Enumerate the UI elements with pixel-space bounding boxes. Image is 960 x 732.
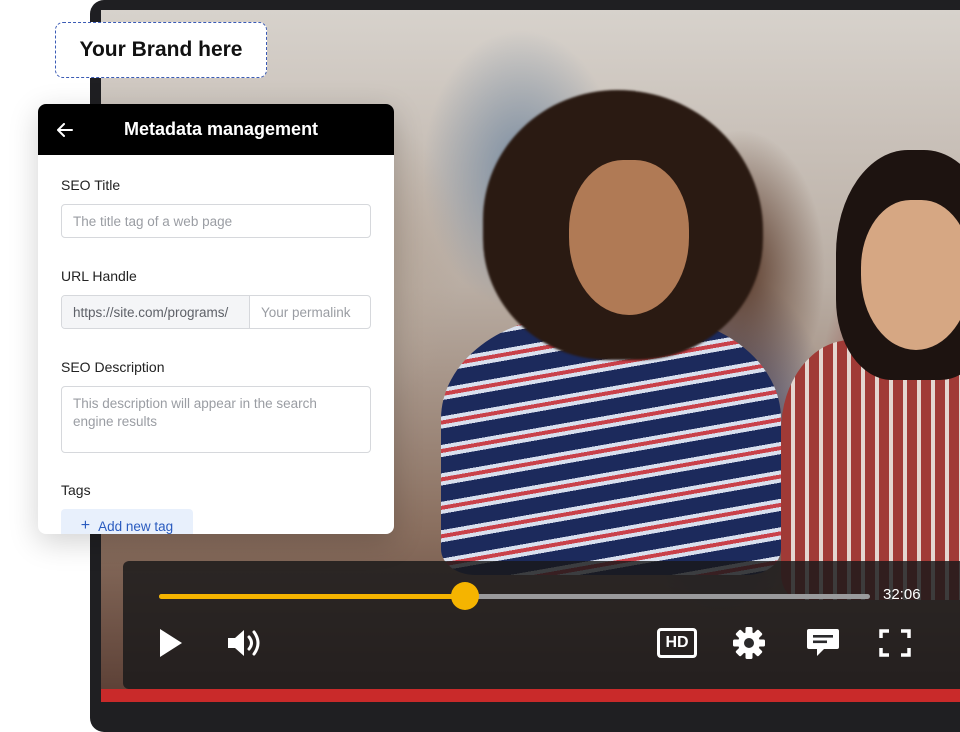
progress-track[interactable] — [159, 582, 870, 610]
panel-title: Metadata management — [124, 119, 319, 139]
captions-icon — [807, 629, 839, 656]
seo-title-label: SEO Title — [61, 177, 121, 193]
fullscreen-icon — [879, 629, 911, 657]
panel-body: SEO Title The title tag of a web page UR… — [38, 155, 394, 534]
metadata-panel: Metadata management SEO Title The title … — [38, 104, 394, 534]
play-icon — [160, 629, 182, 657]
add-tag-label: Add new tag — [98, 518, 174, 534]
volume-button[interactable] — [223, 625, 267, 661]
brand-label-text: Your Brand here — [79, 38, 243, 61]
seo-description-label: SEO Description — [61, 359, 165, 375]
back-arrow-icon — [57, 122, 73, 137]
duration-label: 32:06 — [883, 586, 921, 603]
video-controls: 32:06 HD — [123, 561, 960, 689]
volume-icon — [228, 630, 260, 656]
seo-title-placeholder: The title tag of a web page — [73, 213, 233, 229]
url-prefix: https://site.com/programs/ — [62, 296, 250, 328]
captions-button[interactable] — [803, 625, 843, 661]
hd-label: HD — [665, 634, 689, 651]
progress-thumb[interactable] — [450, 582, 479, 610]
seo-description-textarea[interactable]: This description will appear in the sear… — [61, 386, 371, 453]
progress-fill — [159, 594, 465, 599]
fullscreen-button[interactable] — [875, 625, 915, 661]
hd-icon: HD — [657, 628, 697, 658]
play-button[interactable] — [153, 625, 189, 661]
seo-title-input[interactable]: The title tag of a web page — [61, 204, 371, 238]
settings-gear-icon — [733, 627, 765, 659]
video-scene-shape — [861, 200, 960, 350]
panel-header: Metadata management — [38, 104, 394, 155]
tags-label: Tags — [61, 482, 91, 498]
url-handle-field: https://site.com/programs/ Your permalin… — [61, 295, 371, 329]
hd-button[interactable]: HD — [653, 625, 701, 661]
url-handle-label: URL Handle — [61, 268, 137, 284]
video-scene-shape — [569, 160, 689, 315]
seo-description-placeholder: This description will appear in the sear… — [73, 396, 317, 429]
permalink-input[interactable]: Your permalink — [250, 296, 370, 328]
video-bottom-strip — [101, 689, 960, 702]
add-tag-button[interactable]: + Add new tag — [61, 509, 193, 534]
brand-label: Your Brand here — [55, 22, 267, 78]
back-button[interactable] — [38, 104, 92, 155]
plus-icon: + — [80, 517, 91, 534]
permalink-placeholder: Your permalink — [261, 304, 351, 320]
settings-button[interactable] — [729, 625, 769, 661]
